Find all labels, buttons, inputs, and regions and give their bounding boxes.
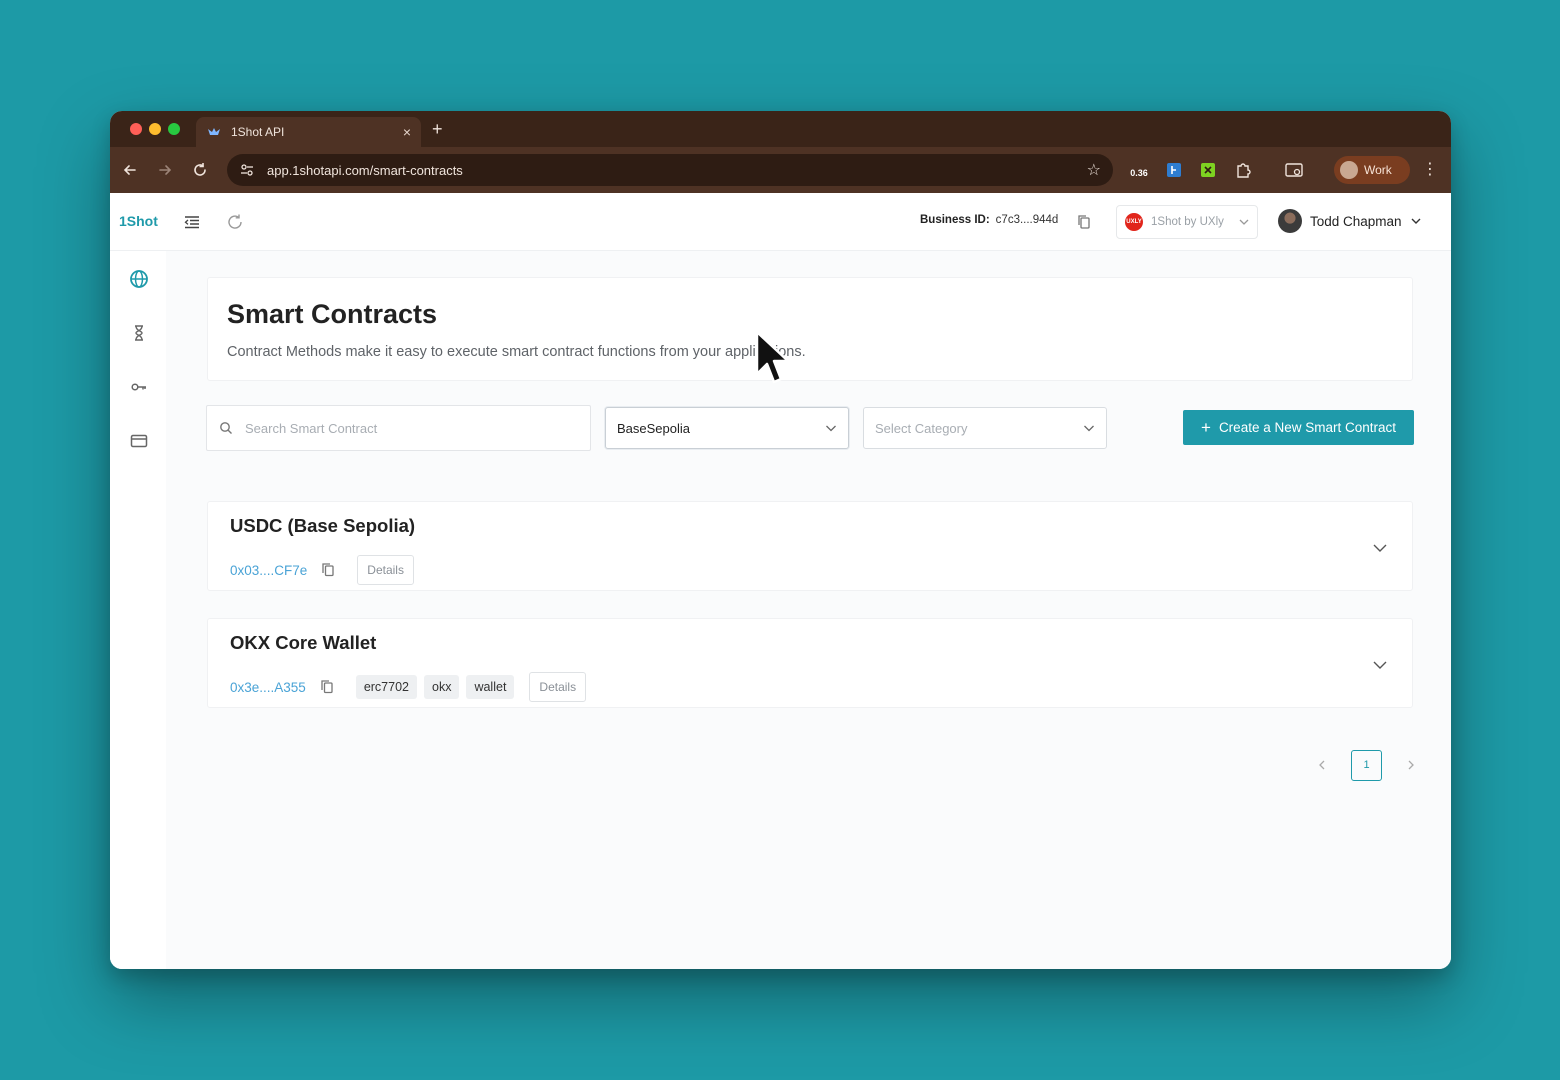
chevron-down-icon[interactable] [1372,657,1388,673]
org-avatar: UXLY [1125,213,1143,231]
contract-card[interactable]: USDC (Base Sepolia) 0x03....CF7e Details [207,501,1413,591]
collapse-sidebar-icon[interactable] [183,213,201,231]
page-number-button[interactable]: 1 [1351,749,1382,781]
forward-arrow-icon[interactable] [156,161,174,179]
browser-menu-icon[interactable]: ⋮ [1422,160,1438,180]
reload-icon[interactable] [191,161,209,179]
bookmark-star-icon[interactable]: ☆ [1087,160,1101,180]
create-smart-contract-button[interactable]: + Create a New Smart Contract [1183,410,1414,445]
wallet-icon[interactable] [129,431,149,451]
user-avatar [1278,209,1302,233]
details-button[interactable]: Details [357,555,414,585]
bird-favicon-icon [208,128,220,135]
business-id-label: Business ID: [920,214,990,226]
tab-close-icon[interactable]: × [403,124,411,140]
extension-badge[interactable]: 0.36 [1127,160,1151,180]
category-select[interactable]: Select Category [863,407,1107,449]
new-tab-button[interactable]: + [432,118,443,140]
contract-meta-row: 0x03....CF7e Details [230,555,414,585]
reading-mode-icon[interactable] [1284,160,1304,180]
back-arrow-icon[interactable] [121,161,139,179]
plus-icon: + [1201,418,1211,437]
key-icon[interactable] [129,377,149,397]
profile-chip[interactable]: Work [1334,156,1410,184]
maximize-window-button[interactable] [168,123,180,135]
minimize-window-button[interactable] [149,123,161,135]
app-header: 1Shot Business ID: c7c3....944d UXLY 1Sho… [110,193,1451,251]
hourglass-icon[interactable] [129,323,149,343]
create-button-label: Create a New Smart Contract [1218,420,1396,435]
business-id-value: c7c3....944d [995,214,1059,226]
search-box [206,405,591,451]
contract-address-link[interactable]: 0x03....CF7e [230,563,307,578]
app-logo[interactable]: 1Shot [119,213,158,229]
chevron-left-icon[interactable] [1315,758,1329,772]
chevron-right-icon[interactable] [1404,758,1418,772]
search-input[interactable] [245,420,578,436]
page-title: Smart Contracts [227,299,438,329]
chevron-down-icon [826,425,836,432]
organization-select[interactable]: UXLY 1Shot by UXly [1116,205,1258,239]
contract-tag: wallet [466,675,515,699]
copy-address-icon[interactable] [321,562,335,578]
page-header-card: Smart Contracts Contract Methods make it… [207,277,1413,381]
tab-bar: 1Shot API × + [110,111,1451,147]
contract-name: OKX Core Wallet [230,632,377,653]
network-select-value: BaseSepolia [617,420,690,436]
chevron-down-icon [1239,219,1249,225]
copy-business-id-icon[interactable] [1076,213,1092,231]
browser-toolbar: app.1shotapi.com/smart-contracts ☆ 0.36 … [110,147,1451,193]
search-icon [220,422,232,434]
profile-label: Work [1364,163,1392,177]
business-id: Business ID: c7c3....944d [920,214,1058,226]
details-button[interactable]: Details [529,672,587,702]
tab-title: 1Shot API [231,125,285,139]
contract-card[interactable]: OKX Core Wallet 0x3e....A355 erc7702 okx… [207,618,1413,708]
network-select[interactable]: BaseSepolia [605,407,849,449]
mouse-cursor-icon [755,330,790,384]
pagination: 1 [1315,749,1418,781]
close-window-button[interactable] [130,123,142,135]
category-select-placeholder: Select Category [875,420,968,436]
browser-window: 1Shot API × + app.1shotapi.com/smart-con… [110,111,1451,969]
site-settings-icon[interactable] [239,162,255,178]
extensions-puzzle-icon[interactable] [1233,160,1253,180]
bitwarden-extension-icon[interactable] [1165,160,1183,180]
address-bar[interactable]: app.1shotapi.com/smart-contracts ☆ [227,154,1113,186]
contract-address-link[interactable]: 0x3e....A355 [230,680,306,695]
app-area: 1Shot Business ID: c7c3....944d UXLY 1Sho… [110,193,1451,969]
page-subtitle: Contract Methods make it easy to execute… [227,344,806,360]
chevron-down-icon [1411,218,1421,224]
sidebar [110,251,166,969]
chevron-down-icon [1084,425,1094,432]
copy-address-icon[interactable] [320,679,334,695]
globe-icon[interactable] [129,269,149,289]
chevron-down-icon[interactable] [1372,540,1388,556]
user-name: Todd Chapman [1310,213,1402,229]
browser-tab[interactable]: 1Shot API × [196,117,421,147]
contract-tag: erc7702 [355,675,417,699]
contract-tag: okx [424,675,460,699]
url-text: app.1shotapi.com/smart-contracts [267,162,463,178]
contract-meta-row: 0x3e....A355 erc7702 okx wallet Details [230,672,587,702]
refresh-icon[interactable] [226,213,244,231]
contract-name: USDC (Base Sepolia) [230,515,416,536]
user-menu[interactable]: Todd Chapman [1278,209,1422,233]
org-name: 1Shot by UXly [1151,216,1224,228]
profile-avatar [1340,161,1358,179]
green-extension-icon[interactable] [1199,160,1217,180]
